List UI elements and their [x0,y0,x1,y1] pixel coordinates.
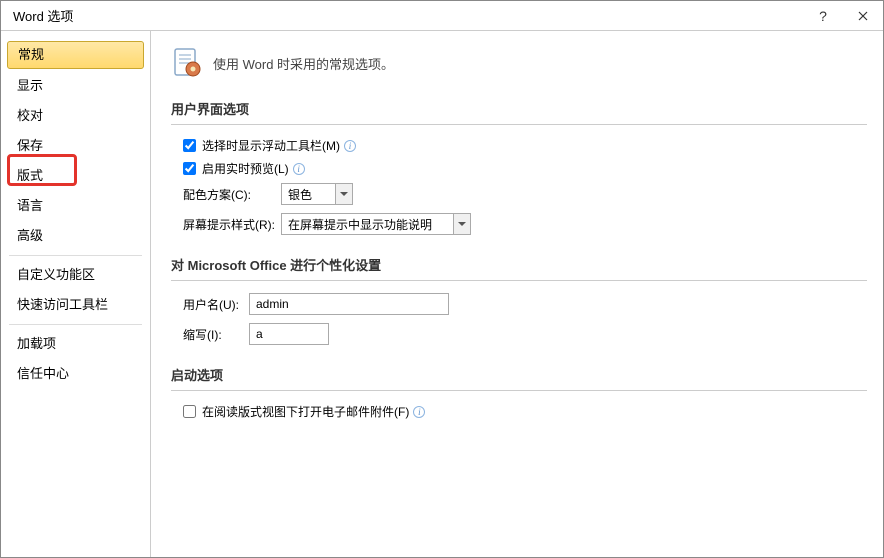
header-text: 使用 Word 时采用的常规选项。 [213,54,394,73]
sidebar-label: 加载项 [17,336,56,351]
sidebar-label: 语言 [17,198,43,213]
sidebar-item-customize-ribbon[interactable]: 自定义功能区 [1,260,150,290]
sidebar-label: 保存 [17,138,43,153]
window-title: Word 选项 [13,6,803,25]
row-initials: 缩写(I): [183,323,867,345]
sidebar-label: 快速访问工具栏 [17,297,108,312]
options-icon [171,47,203,79]
row-live-preview: 启用实时预览(L) i [183,160,867,177]
sidebar-item-advanced[interactable]: 高级 [1,221,150,251]
sidebar-divider [9,324,142,325]
row-screentip: 屏幕提示样式(R): 在屏幕提示中显示功能说明 [183,213,867,235]
section-startup: 在阅读版式视图下打开电子邮件附件(F) i [171,403,867,420]
info-icon[interactable]: i [344,140,356,152]
input-initials[interactable] [249,323,329,345]
label-open-attachments: 在阅读版式视图下打开电子邮件附件(F) [202,403,409,420]
content-header: 使用 Word 时采用的常规选项。 [171,43,867,79]
section-title-startup: 启动选项 [171,363,867,386]
section-ui: 选择时显示浮动工具栏(M) i 启用实时预览(L) i 配色方案(C): 银色 [171,137,867,235]
sidebar-item-trust-center[interactable]: 信任中心 [1,359,150,389]
select-screentip[interactable]: 在屏幕提示中显示功能说明 [281,213,471,235]
sidebar-item-save[interactable]: 保存 [1,131,150,161]
checkbox-mini-toolbar[interactable] [183,139,196,152]
label-screentip: 屏幕提示样式(R): [183,216,281,233]
row-color-scheme: 配色方案(C): 银色 [183,183,867,205]
label-username: 用户名(U): [183,296,249,313]
label-mini-toolbar: 选择时显示浮动工具栏(M) [202,137,340,154]
options-dialog: Word 选项 ? 常规 显示 校对 保存 版式 语言 高级 自定义功能区 快速… [0,0,884,558]
sidebar-item-quick-access[interactable]: 快速访问工具栏 [1,290,150,320]
input-username[interactable] [249,293,449,315]
label-color-scheme: 配色方案(C): [183,186,281,203]
info-icon[interactable]: i [293,163,305,175]
sidebar-item-addins[interactable]: 加载项 [1,329,150,359]
chevron-down-icon [453,214,470,234]
help-button[interactable]: ? [803,1,843,31]
sidebar-item-proofing[interactable]: 校对 [1,101,150,131]
content-pane: 使用 Word 时采用的常规选项。 用户界面选项 选择时显示浮动工具栏(M) i… [151,31,883,557]
sidebar-item-display[interactable]: 显示 [1,71,150,101]
select-value: 在屏幕提示中显示功能说明 [288,216,432,233]
close-icon [858,11,868,21]
sidebar-label: 自定义功能区 [17,267,95,282]
section-title-personalize: 对 Microsoft Office 进行个性化设置 [171,253,867,276]
close-button[interactable] [843,1,883,31]
titlebar: Word 选项 ? [1,1,883,31]
select-value: 银色 [288,186,312,203]
info-icon[interactable]: i [413,406,425,418]
sidebar-item-layout[interactable]: 版式 [1,161,150,191]
sidebar-label: 显示 [17,78,43,93]
row-mini-toolbar: 选择时显示浮动工具栏(M) i [183,137,867,154]
select-color-scheme[interactable]: 银色 [281,183,353,205]
label-live-preview: 启用实时预览(L) [202,160,289,177]
dialog-body: 常规 显示 校对 保存 版式 语言 高级 自定义功能区 快速访问工具栏 加载项 … [1,31,883,557]
section-divider [171,124,867,125]
chevron-down-icon [335,184,352,204]
sidebar: 常规 显示 校对 保存 版式 语言 高级 自定义功能区 快速访问工具栏 加载项 … [1,31,151,557]
sidebar-label: 高级 [17,228,43,243]
row-open-attachments: 在阅读版式视图下打开电子邮件附件(F) i [183,403,867,420]
sidebar-item-general[interactable]: 常规 [7,41,144,69]
sidebar-divider [9,255,142,256]
sidebar-item-language[interactable]: 语言 [1,191,150,221]
section-divider [171,280,867,281]
section-divider [171,390,867,391]
sidebar-label: 常规 [18,47,44,62]
section-personalize: 用户名(U): 缩写(I): [171,293,867,345]
checkbox-open-attachments[interactable] [183,405,196,418]
label-initials: 缩写(I): [183,326,249,343]
section-title-ui: 用户界面选项 [171,97,867,120]
sidebar-label: 版式 [17,168,43,183]
sidebar-label: 信任中心 [17,366,69,381]
sidebar-label: 校对 [17,108,43,123]
checkbox-live-preview[interactable] [183,162,196,175]
row-username: 用户名(U): [183,293,867,315]
